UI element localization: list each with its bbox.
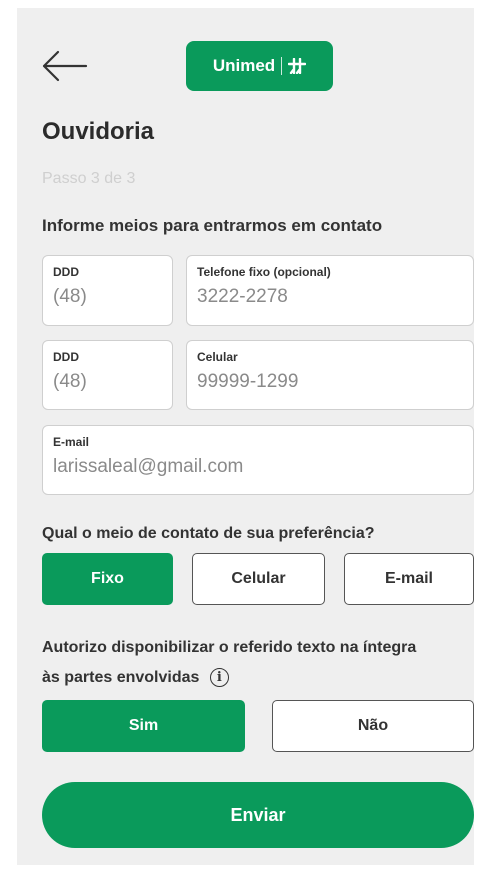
logo-divider	[281, 57, 283, 75]
email-field[interactable]: E-mail larissaleal@gmail.com	[42, 425, 474, 495]
back-button[interactable]	[40, 48, 88, 84]
mobile-phone-field[interactable]: Celular 99999-1299	[186, 340, 474, 410]
preference-fixo-button[interactable]: Fixo	[42, 553, 173, 605]
field-value: (48)	[53, 286, 87, 307]
section-title: Informe meios para entrarmos em contato	[42, 216, 383, 235]
contact-preference-question: Qual o meio de contato de sua preferênci…	[42, 525, 375, 542]
authorize-yes-button[interactable]: Sim	[42, 700, 245, 752]
logo-text: Unimed	[212, 56, 276, 75]
preference-email-button[interactable]: E-mail	[344, 553, 474, 605]
field-label: Telefone fixo (opcional)	[197, 265, 331, 279]
authorization-line-1: Autorizo disponibilizar o referido texto…	[42, 639, 417, 656]
unimed-logo: Unimed	[186, 41, 333, 91]
field-label: Celular	[197, 350, 238, 364]
field-label: DDD	[53, 265, 79, 279]
authorize-no-button[interactable]: Não	[272, 700, 474, 752]
ddd-landline-field[interactable]: DDD (48)	[42, 255, 173, 326]
landline-phone-field[interactable]: Telefone fixo (opcional) 3222-2278	[186, 255, 474, 326]
field-label: E-mail	[53, 435, 90, 449]
info-icon[interactable]: i	[209, 668, 229, 688]
ddd-mobile-field[interactable]: DDD (48)	[42, 340, 173, 410]
step-indicator: Passo 3 de 3	[42, 170, 136, 187]
arrow-left-icon	[42, 50, 88, 82]
field-value: 3222-2278	[197, 286, 288, 307]
field-value: larissaleal@gmail.com	[53, 456, 244, 477]
preference-celular-button[interactable]: Celular	[192, 553, 325, 605]
authorization-line-2: às partes envolvidas	[42, 669, 200, 686]
field-value: (48)	[53, 371, 87, 392]
unimed-symbol-icon	[288, 58, 307, 74]
field-value: 99999-1299	[197, 371, 299, 392]
field-label: DDD	[53, 350, 79, 364]
page-title: Ouvidoria	[42, 118, 155, 145]
submit-button[interactable]: Enviar	[42, 782, 474, 848]
authorization-text: Autorizo disponibilizar o referido texto…	[42, 633, 474, 693]
